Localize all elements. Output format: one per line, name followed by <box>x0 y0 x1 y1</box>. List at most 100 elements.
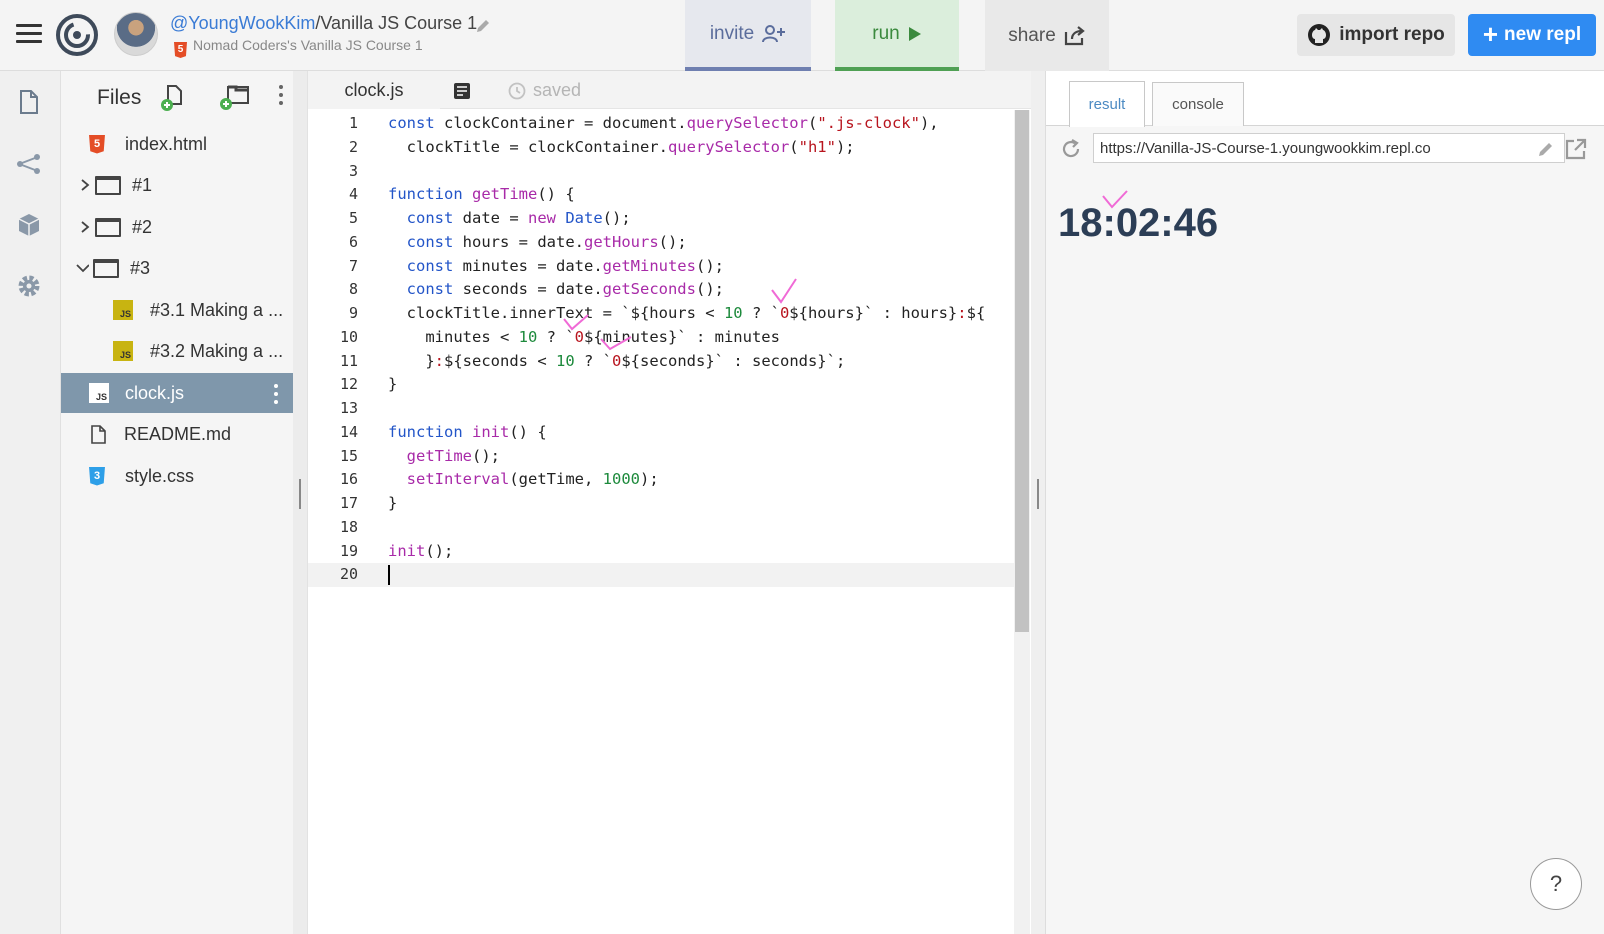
replit-logo-icon[interactable] <box>56 14 98 56</box>
line-number: 19 <box>339 541 358 560</box>
line-number: 14 <box>339 422 358 441</box>
folder-open-icon <box>93 258 119 278</box>
folder-label: #3 <box>130 257 151 278</box>
code-line <box>388 563 390 587</box>
invite-button[interactable]: invite <box>685 0 811 71</box>
line-number: 11 <box>339 351 358 370</box>
editor-scrollbar[interactable] <box>1014 110 1030 934</box>
code-line: init(); <box>388 541 454 560</box>
folder-label: #2 <box>132 216 153 237</box>
packages-icon[interactable] <box>16 212 42 238</box>
file-label: #3.2 Making a ... <box>150 340 284 361</box>
edit-pencil-icon[interactable] <box>1536 139 1556 159</box>
owner-link[interactable]: @YoungWookKim <box>170 13 315 33</box>
add-person-icon <box>762 24 786 42</box>
file-label: #3.1 Making a ... <box>150 299 284 320</box>
edit-title-pencil-icon[interactable] <box>474 17 492 35</box>
open-in-new-tab-icon[interactable] <box>1564 137 1588 161</box>
line-number: 5 <box>348 209 358 227</box>
add-file-icon[interactable] <box>160 84 184 112</box>
js-icon: JS <box>113 300 133 320</box>
avatar[interactable] <box>114 12 158 56</box>
code-line: const date = new Date(); <box>406 209 631 227</box>
html5-icon: 5 <box>174 42 187 58</box>
line-number: 3 <box>348 161 358 180</box>
tab-result[interactable]: result <box>1069 81 1145 127</box>
code-line: } <box>388 375 398 394</box>
line-number: 20 <box>339 565 358 584</box>
files-more-icon[interactable] <box>278 85 284 109</box>
files-icon[interactable] <box>16 89 42 115</box>
code-line: const minutes = date.getMinutes(); <box>406 256 724 275</box>
folder-label: #1 <box>132 174 153 195</box>
file-3-1[interactable]: JS #3.1 Making a ... <box>61 290 293 330</box>
repl-description: Nomad Coders's Vanilla JS Course 1 <box>193 37 423 53</box>
code-line: getTime(); <box>406 446 500 465</box>
file-label: clock.js <box>125 382 185 403</box>
play-icon <box>908 26 921 41</box>
editor-tab-bar: clock.js saved <box>308 71 1032 109</box>
doc-icon <box>91 424 106 444</box>
file-readme[interactable]: README.md <box>61 414 293 454</box>
folder-3[interactable]: #3 <box>61 248 293 288</box>
folder-1[interactable]: #1 <box>61 165 293 205</box>
scrollbar-thumb[interactable] <box>1015 110 1029 632</box>
invite-label: invite <box>709 22 755 44</box>
share-icon <box>1064 25 1085 45</box>
saved-label: saved <box>533 80 582 100</box>
top-bar: @YoungWookKim/Vanilla JS Course 1 5 Nomad… <box>0 0 1604 71</box>
run-button[interactable]: run <box>835 0 959 71</box>
file-label: index.html <box>125 133 208 154</box>
new-repl-button[interactable]: + new repl <box>1468 14 1596 56</box>
version-control-icon[interactable] <box>16 151 42 177</box>
tab-clock-js[interactable]: clock.js <box>308 71 440 109</box>
line-number: 8 <box>348 280 358 299</box>
code-line: const seconds = date.getSeconds(); <box>406 280 724 299</box>
code-line: function init() { <box>388 422 547 441</box>
css3-icon: 3 <box>89 466 105 486</box>
url-input[interactable] <box>1093 133 1565 163</box>
repl-title: @YoungWookKim/Vanilla JS Course 1 <box>170 13 477 34</box>
js-icon: JS <box>89 383 109 403</box>
line-number: 1 <box>348 114 358 132</box>
line-number: 16 <box>339 470 358 489</box>
code-line: clockTitle = clockContainer.querySelecto… <box>388 137 855 156</box>
file-more-icon[interactable] <box>273 384 279 408</box>
repl-subtitle: 5 Nomad Coders's Vanilla JS Course 1 <box>174 37 423 58</box>
file-label: README.md <box>124 423 232 444</box>
code-line: const clockContainer = document.querySel… <box>388 114 939 132</box>
share-button[interactable]: share <box>985 0 1109 71</box>
code-line: } <box>388 494 398 512</box>
annotation-check-icon <box>771 278 797 304</box>
code-editor: clock.js saved 1 const clockContainer = d… <box>307 71 1032 934</box>
tab-console[interactable]: console <box>1152 82 1244 126</box>
code-area[interactable]: 1 const clockContainer = document.querySe… <box>308 112 1018 587</box>
reload-icon[interactable] <box>1059 137 1083 161</box>
file-index-html[interactable]: 5 index.html <box>61 124 293 164</box>
import-repo-button[interactable]: import repo <box>1297 14 1455 56</box>
editor-result-splitter[interactable] <box>1031 71 1045 934</box>
plus-icon: + <box>1482 19 1499 49</box>
format-code-icon[interactable] <box>453 82 471 100</box>
code-line: function getTime() { <box>388 185 575 204</box>
files-editor-splitter[interactable] <box>293 71 307 934</box>
menu-icon[interactable] <box>16 24 42 44</box>
line-number: 12 <box>339 375 358 394</box>
files-panel: Files 5 index.html #1 #2 #3 JS #3.1 Maki… <box>61 71 293 934</box>
files-title: Files <box>97 86 142 109</box>
result-pane: result console 18:02:46 ? <box>1045 71 1604 934</box>
code-line: setInterval(getTime, 1000); <box>406 470 659 489</box>
share-label: share <box>1008 24 1056 46</box>
result-tab-bar: result console <box>1046 71 1604 127</box>
help-button[interactable]: ? <box>1530 858 1582 910</box>
file-3-2[interactable]: JS #3.2 Making a ... <box>61 331 293 371</box>
repl-name: Vanilla JS Course 1 <box>320 13 478 33</box>
history-icon <box>508 82 526 99</box>
line-number: 9 <box>348 304 358 322</box>
folder-icon <box>95 217 121 237</box>
settings-gear-icon[interactable] <box>16 273 42 299</box>
folder-2[interactable]: #2 <box>61 207 293 247</box>
file-clock-js[interactable]: JS clock.js <box>61 373 293 413</box>
add-folder-icon[interactable] <box>219 83 251 111</box>
file-style-css[interactable]: 3 style.css <box>61 456 293 496</box>
